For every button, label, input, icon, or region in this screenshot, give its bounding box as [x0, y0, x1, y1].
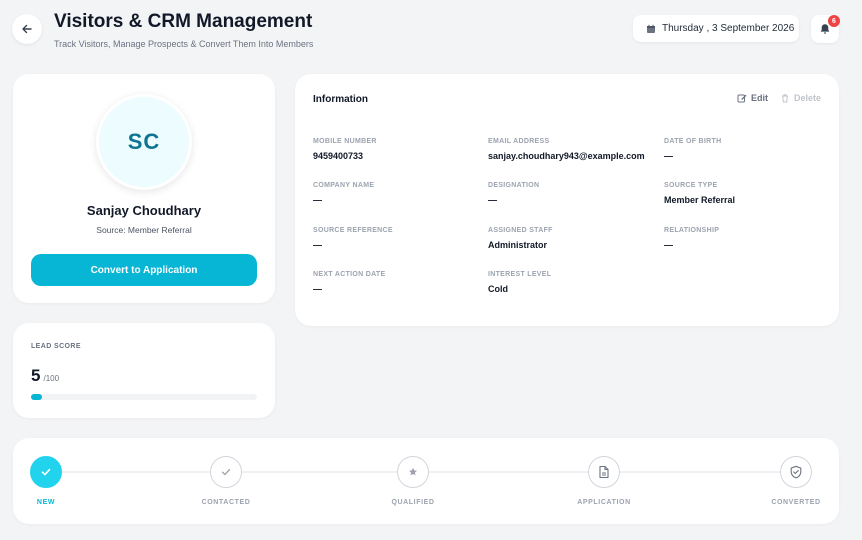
field-value: sanjay.choudhary943@example.com: [488, 151, 645, 161]
stage-qualified[interactable]: QUALIFIED: [363, 456, 463, 506]
field-interest-level: INTEREST LEVEL Cold: [488, 271, 551, 294]
field-value: —: [313, 240, 322, 250]
information-card: Information Edit Delete MOBILE NUMBER 94…: [295, 74, 839, 326]
date-text: Thursday , 3 September 2026: [662, 23, 795, 34]
information-actions: Edit Delete: [737, 93, 821, 103]
information-title: Information: [313, 94, 368, 105]
field-label: RELATIONSHIP: [664, 227, 720, 234]
edit-label: Edit: [750, 93, 768, 103]
field-label: NEXT ACTION DATE: [313, 271, 386, 278]
back-button[interactable]: [12, 14, 42, 44]
field-value: —: [664, 151, 673, 161]
page-title: Visitors & CRM Management: [54, 11, 313, 32]
field-label: INTEREST LEVEL: [488, 271, 552, 278]
notification-count-badge: 6: [828, 15, 840, 27]
field-value: —: [313, 284, 322, 294]
field-date-of-birth: DATE OF BIRTH —: [664, 138, 721, 161]
field-value: Administrator: [488, 240, 548, 250]
field-assigned-staff: ASSIGNED STAFF Administrator: [488, 227, 553, 250]
lead-score-max: /100: [43, 374, 60, 383]
field-value: —: [488, 195, 497, 205]
field-label: EMAIL ADDRESS: [488, 138, 550, 145]
field-source-type: SOURCE TYPE Member Referral: [664, 182, 735, 205]
field-value: —: [664, 240, 673, 250]
star-icon: [409, 467, 417, 476]
shield-check-icon: [790, 465, 802, 479]
page-subtitle: Track Visitors, Manage Prospects & Conve…: [54, 39, 314, 49]
stage-label: QUALIFIED: [391, 499, 435, 506]
delete-label: Delete: [793, 93, 821, 103]
stage-circle[interactable]: [588, 456, 620, 488]
stage-contacted[interactable]: CONTACTED: [176, 456, 276, 506]
edit-button[interactable]: Edit: [737, 93, 768, 103]
stage-circle[interactable]: [397, 456, 429, 488]
field-label: SOURCE TYPE: [664, 182, 718, 189]
field-label: DATE OF BIRTH: [664, 138, 722, 145]
field-value: —: [313, 195, 322, 205]
stage-circle[interactable]: [30, 456, 62, 488]
field-next-action-date: NEXT ACTION DATE —: [313, 271, 385, 294]
document-icon: [599, 465, 609, 479]
field-company-name: COMPANY NAME —: [313, 182, 374, 205]
field-value: Cold: [488, 284, 508, 294]
profile-source: Source: Member Referral: [96, 225, 192, 235]
stage-label: APPLICATION: [577, 499, 631, 506]
stage-circle[interactable]: [210, 456, 242, 488]
field-label: SOURCE REFERENCE: [313, 227, 393, 234]
arrow-left-icon: [22, 24, 32, 34]
edit-icon: [737, 94, 747, 103]
field-label: MOBILE NUMBER: [313, 138, 377, 145]
field-relationship: RELATIONSHIP —: [664, 227, 719, 250]
check-icon: [221, 468, 231, 476]
field-value: 9459400733: [313, 151, 364, 161]
stage-converted[interactable]: CONVERTED: [746, 456, 846, 506]
field-label: DESIGNATION: [488, 182, 540, 189]
stage-label: CONTACTED: [201, 499, 251, 506]
pipeline-card: NEW CONTACTED QUALIFIED APPLICATION CONV…: [13, 438, 839, 524]
field-designation: DESIGNATION —: [488, 182, 539, 205]
lead-score-progress-bar: [31, 394, 257, 400]
check-icon: [41, 468, 51, 476]
profile-card: SC Sanjay Choudhary Source: Member Refer…: [13, 74, 275, 303]
profile-name: Sanjay Choudhary: [86, 203, 202, 218]
trash-icon: [781, 94, 788, 103]
lead-score-progress-fill: [31, 394, 43, 400]
field-label: COMPANY NAME: [313, 182, 375, 189]
lead-score-card: LEAD SCORE 5 /100: [13, 323, 275, 418]
stage-new[interactable]: NEW: [0, 456, 96, 506]
field-value: Member Referral: [664, 195, 736, 205]
stage-circle[interactable]: [780, 456, 812, 488]
field-email-address: EMAIL ADDRESS sanjay.choudhary943@exampl…: [488, 138, 645, 161]
lead-score-value: 5: [31, 366, 41, 385]
stage-application[interactable]: APPLICATION: [554, 456, 654, 506]
calendar-icon: [647, 24, 655, 33]
convert-to-application-button[interactable]: Convert to Application: [31, 254, 257, 286]
lead-score: 5 /100: [31, 366, 59, 386]
field-label: ASSIGNED STAFF: [488, 227, 553, 234]
stage-label: NEW: [36, 499, 56, 506]
field-source-reference: SOURCE REFERENCE —: [313, 227, 393, 250]
lead-score-label: LEAD SCORE: [31, 343, 81, 350]
field-mobile-number: MOBILE NUMBER 9459400733: [313, 138, 377, 161]
date-display[interactable]: Thursday , 3 September 2026: [633, 15, 799, 42]
stage-label: CONVERTED: [771, 499, 821, 506]
avatar: SC: [96, 94, 192, 190]
delete-button[interactable]: Delete: [780, 93, 821, 103]
